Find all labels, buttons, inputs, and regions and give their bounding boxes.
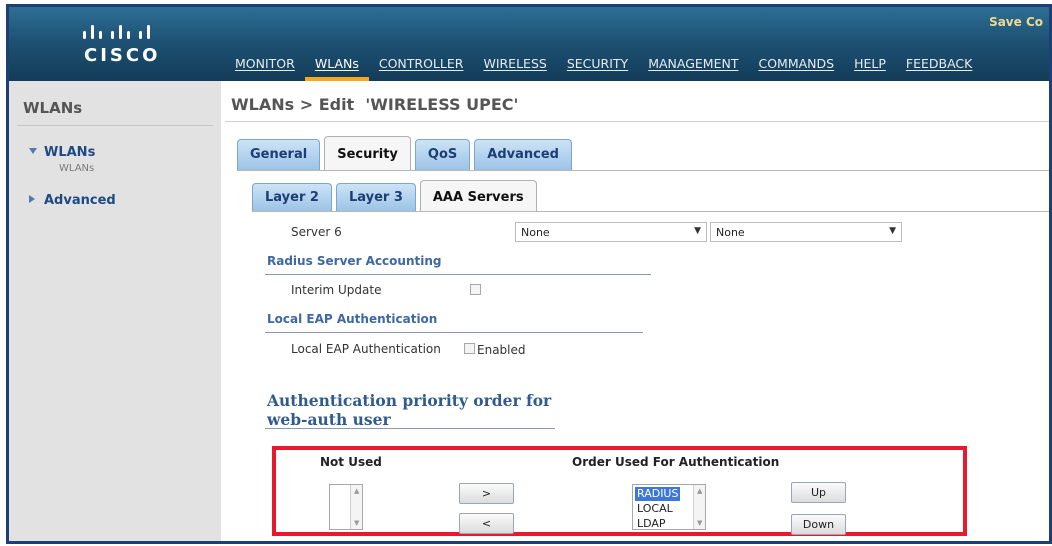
collapse-arrow-icon bbox=[29, 195, 35, 203]
cisco-logo-text: CISCO bbox=[84, 45, 161, 66]
local-eap-label: Local EAP Authentication bbox=[291, 342, 441, 356]
main-menu: MONITOR WLANs CONTROLLER WIRELESS SECURI… bbox=[225, 51, 982, 81]
listbox-scrollbar[interactable]: ▲ ▼ bbox=[693, 485, 705, 529]
menu-management[interactable]: MANAGEMENT bbox=[638, 51, 748, 81]
left-sidebar: WLANs WLANs WLANs Advanced bbox=[9, 81, 221, 541]
sidebar-divider bbox=[17, 125, 213, 126]
interim-update-checkbox[interactable] bbox=[470, 284, 481, 295]
listbox-scrollbar[interactable]: ▲ ▼ bbox=[350, 485, 362, 529]
tab-baseline bbox=[237, 170, 1049, 171]
sidebar-item-label: Advanced bbox=[44, 193, 116, 208]
server6-auth-select[interactable]: None ▼ bbox=[515, 222, 707, 242]
main-tabs: General Security QoS Advanced bbox=[237, 136, 572, 170]
move-right-button[interactable]: > bbox=[459, 483, 514, 504]
server6-acct-select[interactable]: None ▼ bbox=[710, 222, 902, 242]
not-used-label: Not Used bbox=[320, 455, 382, 469]
menu-feedback[interactable]: FEEDBACK bbox=[896, 51, 982, 81]
listbox-option-local[interactable]: LOCAL bbox=[635, 502, 675, 516]
cisco-logo-icon bbox=[83, 25, 150, 39]
tab-qos[interactable]: QoS bbox=[414, 139, 471, 170]
listbox-option-radius[interactable]: RADIUS bbox=[635, 487, 681, 501]
save-configuration-link[interactable]: Save Co bbox=[989, 15, 1043, 29]
menu-wireless[interactable]: WIRELESS bbox=[473, 51, 556, 81]
section-divider bbox=[265, 428, 555, 429]
section-divider bbox=[265, 332, 643, 333]
menu-security[interactable]: SECURITY bbox=[557, 51, 638, 81]
tab-general[interactable]: General bbox=[237, 139, 321, 170]
top-header: CISCO Save Co MONITOR WLANs CONTROLLER W… bbox=[9, 7, 1049, 81]
move-left-button[interactable]: < bbox=[459, 513, 514, 534]
menu-commands[interactable]: COMMANDS bbox=[748, 51, 844, 81]
local-eap-heading: Local EAP Authentication bbox=[267, 312, 438, 326]
select-value: None bbox=[521, 226, 550, 239]
priority-order-heading: Authentication priority order for web-au… bbox=[267, 391, 551, 429]
menu-help[interactable]: HELP bbox=[844, 51, 896, 81]
move-down-button[interactable]: Down bbox=[791, 514, 846, 535]
server6-label: Server 6 bbox=[291, 225, 342, 239]
radius-accounting-heading: Radius Server Accounting bbox=[267, 254, 442, 268]
subtab-layer3[interactable]: Layer 3 bbox=[335, 183, 416, 211]
tab-advanced[interactable]: Advanced bbox=[474, 139, 572, 170]
listbox-option-ldap[interactable]: LDAP bbox=[635, 517, 668, 529]
scroll-down-icon[interactable]: ▼ bbox=[697, 519, 702, 527]
priority-heading-line1: Authentication priority order for bbox=[267, 391, 552, 410]
select-value: None bbox=[716, 226, 745, 239]
sidebar-item-label: WLANs bbox=[44, 145, 96, 160]
enabled-label: Enabled bbox=[477, 343, 526, 357]
dropdown-arrow-icon: ▼ bbox=[889, 226, 896, 236]
app-frame: CISCO Save Co MONITOR WLANs CONTROLLER W… bbox=[6, 4, 1052, 544]
dropdown-arrow-icon: ▼ bbox=[694, 226, 701, 236]
move-up-button[interactable]: Up bbox=[791, 482, 846, 503]
sidebar-item-advanced[interactable]: Advanced bbox=[29, 193, 116, 208]
menu-wlans[interactable]: WLANs bbox=[304, 51, 369, 81]
title-divider bbox=[225, 121, 1049, 122]
subtab-layer2[interactable]: Layer 2 bbox=[252, 183, 332, 211]
sidebar-subitem-wlans[interactable]: WLANs bbox=[59, 163, 94, 174]
page-title: WLANs > Edit 'WIRELESS UPEC' bbox=[231, 95, 519, 114]
section-divider bbox=[265, 274, 651, 275]
menu-monitor[interactable]: MONITOR bbox=[225, 51, 305, 81]
order-used-label: Order Used For Authentication bbox=[572, 455, 780, 469]
scroll-down-icon[interactable]: ▼ bbox=[354, 519, 359, 527]
tab-security[interactable]: Security bbox=[324, 136, 411, 170]
sidebar-item-wlans[interactable]: WLANs bbox=[29, 145, 95, 160]
menu-controller[interactable]: CONTROLLER bbox=[369, 51, 474, 81]
scroll-up-icon[interactable]: ▲ bbox=[697, 487, 702, 495]
priority-heading-line2: web-auth user bbox=[267, 410, 391, 429]
security-subtabs: Layer 2 Layer 3 AAA Servers bbox=[252, 180, 537, 211]
scroll-up-icon[interactable]: ▲ bbox=[354, 487, 359, 495]
local-eap-enabled-checkbox[interactable] bbox=[464, 343, 475, 354]
order-used-listbox[interactable]: RADIUS LOCAL LDAP ▲ ▼ bbox=[632, 484, 706, 530]
subtab-aaa-servers[interactable]: AAA Servers bbox=[419, 180, 537, 211]
interim-update-label: Interim Update bbox=[291, 283, 382, 297]
not-used-listbox[interactable]: ▲ ▼ bbox=[329, 484, 363, 530]
sidebar-title: WLANs bbox=[23, 99, 83, 117]
expand-arrow-icon bbox=[29, 148, 37, 154]
subtab-baseline bbox=[252, 211, 1049, 212]
